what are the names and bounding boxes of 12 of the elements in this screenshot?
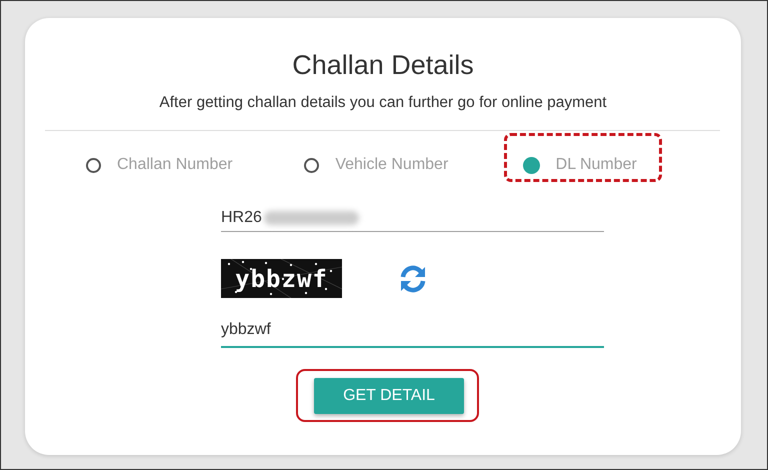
radio-button[interactable] — [304, 158, 320, 172]
radio-label[interactable]: Challan Number — [117, 156, 233, 174]
radio-button[interactable] — [522, 156, 540, 174]
page-title: Challan Details — [291, 49, 475, 82]
captcha-image: ybbzwf — [221, 259, 342, 298]
get-detail-button[interactable]: GET DETAIL — [314, 378, 464, 414]
refresh-icon[interactable] — [398, 264, 428, 294]
radio-button[interactable] — [86, 158, 101, 172]
subtitle: After getting challan details you can further go for online payment — [158, 94, 608, 112]
captcha-field[interactable]: ybbzwf — [221, 314, 604, 348]
radio-label[interactable]: Vehicle Number — [335, 156, 448, 174]
radio-label[interactable]: DL Number — [556, 156, 637, 174]
